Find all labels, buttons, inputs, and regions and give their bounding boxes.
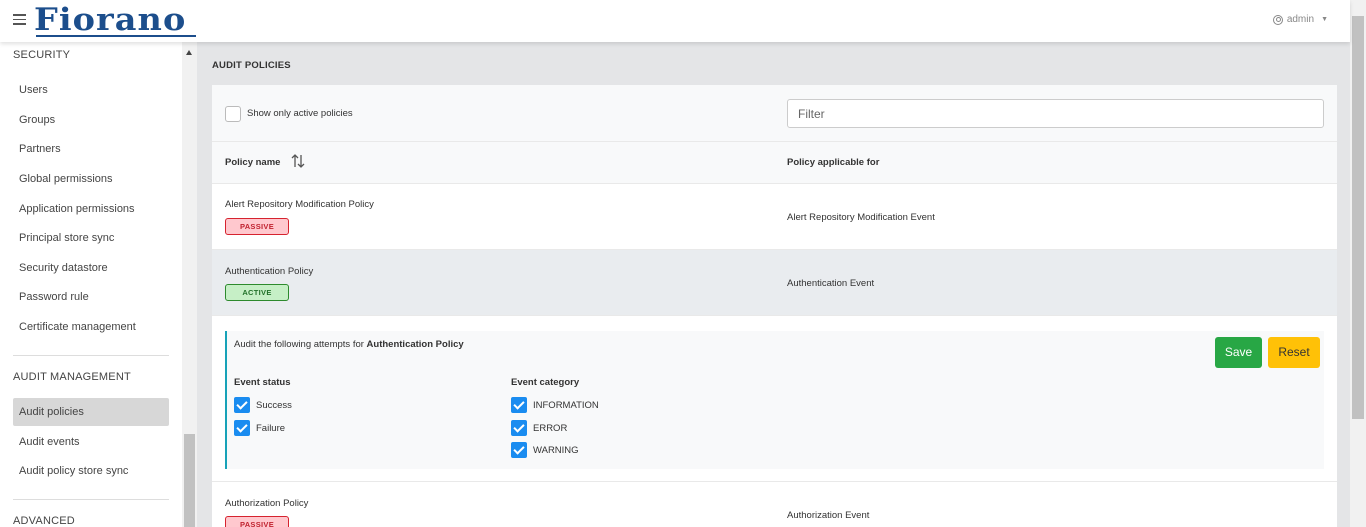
show-active-label[interactable]: Show only active policies (247, 108, 353, 119)
window-scrollbar[interactable] (1350, 0, 1366, 527)
sidebar-scroll-thumb[interactable] (184, 434, 195, 527)
event-category-error[interactable]: ERROR (511, 420, 567, 436)
user-icon (1272, 14, 1283, 25)
scroll-up-arrow-icon[interactable] (186, 50, 192, 55)
top-header: Fiorano admin ▼ (0, 0, 1350, 42)
policy-name: Authorization Policy (225, 498, 309, 509)
sidebar-item-audit-policy-store-sync[interactable]: Audit policy store sync (13, 457, 169, 485)
column-policy-name[interactable]: Policy name (225, 157, 280, 168)
sidebar-item-groups[interactable]: Groups (13, 106, 169, 134)
sidebar-item-global-permissions[interactable]: Global permissions (13, 165, 169, 193)
policy-applicable: Authorization Event (787, 510, 870, 521)
policy-applicable: Alert Repository Modification Event (787, 212, 935, 223)
checkbox-label: Failure (256, 422, 286, 434)
sidebar-scrollbar[interactable] (182, 42, 197, 527)
column-policy-applicable: Policy applicable for (787, 157, 880, 168)
checkbox-checked-icon[interactable] (511, 397, 527, 413)
detail-description: Audit the following attempts for Authent… (234, 339, 464, 350)
checkbox-label: INFORMATION (533, 399, 599, 411)
table-row[interactable]: Authentication Policy ACTIVE Authenticat… (212, 250, 1337, 316)
event-category-title: Event category (511, 377, 580, 388)
fiorano-logo[interactable]: Fiorano (34, 4, 186, 36)
checkbox-label: Success (256, 399, 292, 411)
sidebar-section-security: SECURITY (13, 49, 71, 61)
save-button[interactable]: Save (1215, 337, 1262, 368)
checkbox-checked-icon[interactable] (511, 420, 527, 436)
user-name: admin (1286, 14, 1315, 25)
sidebar-item-partners[interactable]: Partners (13, 135, 169, 163)
checkbox-checked-icon[interactable] (234, 397, 250, 413)
sidebar-item-certificate-management[interactable]: Certificate management (13, 313, 169, 341)
checkbox-checked-icon[interactable] (511, 442, 527, 458)
table-row[interactable]: Authorization Policy PASSIVE Authorizati… (212, 481, 1337, 527)
checkbox-checked-icon[interactable] (234, 420, 250, 436)
policy-applicable: Authentication Event (787, 278, 875, 289)
event-status-success[interactable]: Success (234, 397, 292, 413)
sidebar-item-audit-events[interactable]: Audit events (13, 428, 169, 456)
checkbox-label: ERROR (533, 422, 568, 434)
policy-detail-panel: Audit the following attempts for Authent… (225, 331, 1324, 469)
show-active-checkbox[interactable] (225, 106, 241, 122)
sidebar-divider (13, 499, 169, 500)
sidebar-item-users[interactable]: Users (13, 76, 169, 104)
reset-button[interactable]: Reset (1268, 337, 1320, 368)
sidebar-item-principal-store-sync[interactable]: Principal store sync (13, 224, 169, 252)
policies-panel: Show only active policies Policy name Po… (212, 85, 1337, 527)
detail-policy-name: Authentication Policy (366, 339, 464, 350)
checkbox-label: WARNING (533, 444, 579, 456)
policy-name: Authentication Policy (225, 266, 314, 277)
caret-down-icon: ▼ (1321, 16, 1328, 23)
sidebar-item-audit-policies[interactable]: Audit policies (13, 398, 169, 426)
hamburger-menu-icon[interactable] (13, 14, 26, 25)
event-status-title: Event status (234, 377, 291, 388)
policies-toolbar: Show only active policies (212, 85, 1337, 142)
table-row[interactable]: Alert Repository Modification Policy PAS… (212, 184, 1337, 250)
status-badge: PASSIVE (225, 218, 289, 235)
sidebar-section-advanced: ADVANCED (13, 515, 75, 527)
status-badge: PASSIVE (225, 516, 289, 527)
event-status-failure[interactable]: Failure (234, 420, 285, 436)
sidebar-section-audit-management: AUDIT MANAGEMENT (13, 371, 131, 383)
window-scroll-thumb[interactable] (1352, 16, 1364, 419)
user-menu[interactable]: admin ▼ (1272, 14, 1328, 25)
main-content: AUDIT POLICIES Show only active policies… (200, 42, 1350, 527)
logo-underline (36, 35, 196, 37)
policy-name: Alert Repository Modification Policy (225, 199, 374, 210)
status-badge: ACTIVE (225, 284, 289, 301)
sidebar-item-application-permissions[interactable]: Application permissions (13, 195, 169, 223)
sidebar: SECURITY Users Groups Partners Global pe… (0, 42, 182, 527)
detail-prefix: Audit the following attempts for (234, 339, 364, 350)
sidebar-item-password-rule[interactable]: Password rule (13, 283, 169, 311)
page-title: AUDIT POLICIES (212, 60, 291, 71)
sort-icon[interactable] (291, 153, 305, 169)
sidebar-divider (13, 355, 169, 356)
event-category-information[interactable]: INFORMATION (511, 397, 599, 413)
event-category-warning[interactable]: WARNING (511, 442, 579, 458)
table-header: Policy name Policy applicable for (212, 142, 1337, 184)
sidebar-item-security-datastore[interactable]: Security datastore (13, 254, 169, 282)
filter-input[interactable] (787, 99, 1324, 128)
